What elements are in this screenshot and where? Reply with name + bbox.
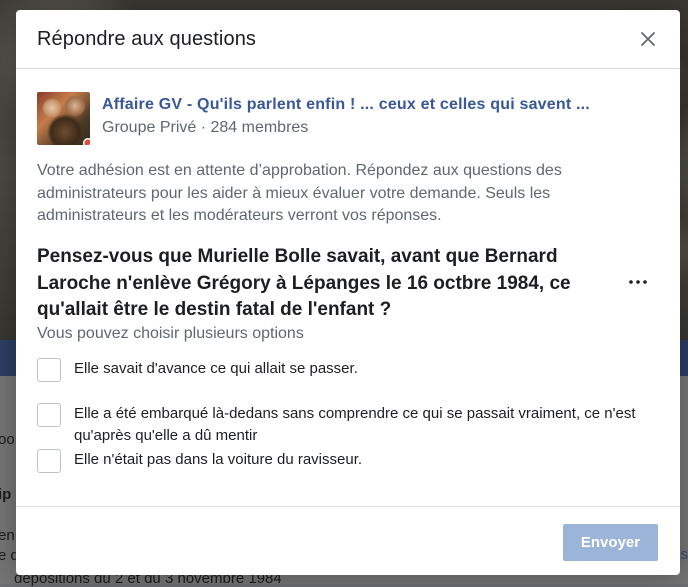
answer-option[interactable]: Elle a été embarqué là-dedans sans compr… bbox=[37, 403, 664, 447]
background-text: en bbox=[0, 527, 15, 544]
group-meta: Groupe Privé · 284 membres bbox=[102, 119, 309, 136]
option-label[interactable]: Elle n'était pas dans la voiture du ravi… bbox=[74, 449, 664, 471]
private-lock-icon bbox=[83, 138, 90, 145]
close-icon[interactable] bbox=[636, 27, 660, 51]
option-label[interactable]: Elle a été embarqué là-dedans sans compr… bbox=[74, 403, 664, 447]
multiple-choice-hint: Vous pouvez choisir plusieurs options bbox=[37, 325, 304, 342]
option-checkbox[interactable] bbox=[37, 358, 61, 382]
intro-text: Votre adhésion est en attente d’approbat… bbox=[37, 162, 562, 224]
group-thumbnail[interactable] bbox=[37, 92, 90, 145]
group-name-link[interactable]: Affaire GV - Qu'ils parlent enfin ! ... … bbox=[102, 96, 590, 114]
dialog-title: Répondre aux questions bbox=[37, 27, 257, 50]
more-options-icon[interactable] bbox=[626, 273, 650, 291]
background-text: oo bbox=[0, 431, 15, 448]
dialog-footer: Envoyer bbox=[16, 506, 680, 575]
option-label[interactable]: Elle savait d'avance ce qui allait se pa… bbox=[74, 358, 664, 380]
answer-questions-dialog: Répondre aux questions Affaire GV - Qu'i… bbox=[16, 10, 680, 575]
dialog-header: Répondre aux questions bbox=[16, 10, 680, 69]
group-summary: Affaire GV - Qu'ils parlent enfin ! ... … bbox=[37, 92, 590, 145]
option-checkbox[interactable] bbox=[37, 449, 61, 473]
answer-option[interactable]: Elle n'était pas dans la voiture du ravi… bbox=[37, 449, 664, 473]
option-checkbox[interactable] bbox=[37, 403, 61, 427]
answer-option[interactable]: Elle savait d'avance ce qui allait se pa… bbox=[37, 358, 664, 382]
background-text: ip bbox=[0, 486, 12, 503]
group-info: Affaire GV - Qu'ils parlent enfin ! ... … bbox=[102, 96, 590, 137]
send-button[interactable]: Envoyer bbox=[563, 524, 658, 561]
question-text: Pensez-vous que Murielle Bolle savait, a… bbox=[37, 246, 571, 320]
